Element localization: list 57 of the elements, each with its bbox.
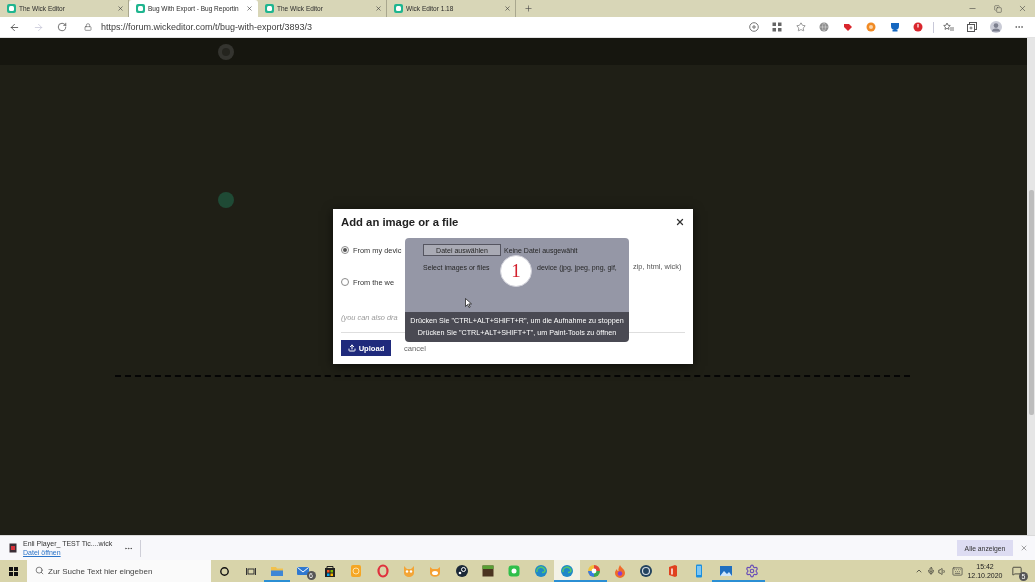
avatar-icon[interactable]: [989, 21, 1002, 33]
countdown-marker: 1: [500, 255, 532, 287]
star-list-icon[interactable]: [943, 22, 955, 32]
scrollbar[interactable]: [1027, 38, 1035, 535]
swirl-icon[interactable]: [533, 564, 548, 578]
address-bar[interactable]: https://forum.wickeditor.com/t/bug-with-export/3893/3: [101, 17, 313, 37]
close-icon[interactable]: [675, 217, 685, 227]
search-icon: [35, 566, 44, 575]
task-view-icon[interactable]: [245, 566, 256, 576]
scrollbar-thumb[interactable]: [1028, 190, 1034, 415]
circle-outline-icon[interactable]: [219, 566, 229, 576]
tile-icon[interactable]: [349, 564, 364, 578]
keyboard-icon[interactable]: [951, 565, 963, 577]
circle-icon[interactable]: [866, 22, 877, 32]
envelope-icon[interactable]: [296, 564, 311, 578]
stacked-squares-icon[interactable]: [967, 22, 978, 32]
dialog-title: Add an image or a file: [341, 216, 459, 228]
favicon-icon: [265, 4, 274, 13]
star-icon[interactable]: [795, 22, 806, 32]
shopping-bag-icon[interactable]: [322, 564, 337, 578]
mouse-cursor-icon: [465, 298, 472, 308]
radio-button[interactable]: [341, 278, 349, 286]
flame-icon[interactable]: [613, 564, 628, 578]
ball-icon[interactable]: [586, 564, 601, 578]
windows-logo-icon[interactable]: [9, 566, 18, 576]
favicon-icon: [136, 4, 145, 13]
zoom-in-icon[interactable]: [748, 22, 759, 32]
upload-icon: [347, 344, 356, 352]
grid-icon[interactable]: [772, 22, 783, 32]
favicon-icon: [394, 4, 403, 13]
block-icon[interactable]: [481, 564, 496, 578]
swirl-icon[interactable]: [560, 564, 575, 578]
speaker-icon[interactable]: [938, 566, 947, 576]
restore-icon[interactable]: [993, 4, 1002, 13]
rounded-square-icon[interactable]: [507, 564, 522, 578]
trophy-icon[interactable]: [889, 22, 900, 32]
lock-icon[interactable]: [84, 23, 92, 31]
reload-icon[interactable]: [57, 22, 67, 32]
favicon-icon: [7, 4, 16, 13]
ring-icon[interactable]: [375, 564, 390, 578]
tag-icon[interactable]: [842, 22, 853, 32]
dial-icon[interactable]: [639, 564, 654, 578]
search-field[interactable]: Zur Suche Text hier eingeben: [27, 560, 211, 582]
microphone-icon[interactable]: [926, 567, 935, 575]
cat-face-icon[interactable]: [428, 564, 443, 578]
plus-icon[interactable]: [524, 4, 533, 13]
globe-icon[interactable]: [819, 22, 830, 32]
radio-button[interactable]: [341, 246, 349, 254]
power-icon[interactable]: [913, 22, 924, 32]
back-icon[interactable]: [8, 21, 20, 33]
disc-icon[interactable]: [454, 564, 469, 578]
picture-icon[interactable]: [718, 564, 733, 578]
notification-icon[interactable]: [1012, 566, 1022, 576]
chevron-up-icon[interactable]: [915, 567, 923, 575]
gear-icon[interactable]: [745, 564, 759, 578]
folder-icon[interactable]: [269, 564, 284, 578]
file-icon: [9, 543, 17, 553]
